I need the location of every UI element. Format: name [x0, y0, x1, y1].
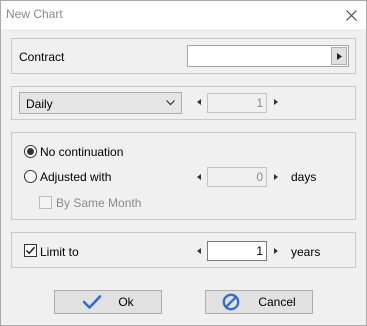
- by-same-month-label: By Same Month: [56, 196, 142, 210]
- adjusted-with-radio[interactable]: [24, 170, 37, 183]
- contract-combobox[interactable]: [187, 45, 349, 67]
- chevron-down-icon: [166, 100, 175, 106]
- years-unit-label: years: [291, 245, 321, 259]
- dialog-title: New Chart: [6, 7, 63, 21]
- cancel-button[interactable]: Cancel: [205, 290, 313, 314]
- days-unit-label: days: [291, 170, 317, 184]
- adjusted-with-label[interactable]: Adjusted with: [40, 170, 111, 184]
- by-same-month-checkbox[interactable]: [39, 196, 52, 209]
- triangle-right-icon: [336, 52, 342, 60]
- limit-label[interactable]: Limit to: [40, 245, 79, 259]
- contract-dropdown-button[interactable]: [331, 47, 347, 65]
- continuation-group: No continuation Adjusted with 0 days By …: [11, 132, 356, 220]
- ok-button-label: Ok: [118, 295, 134, 309]
- period-select[interactable]: Daily: [19, 92, 182, 114]
- arrow-left-icon: [197, 99, 201, 105]
- contract-group: Contract: [11, 38, 356, 74]
- adjusted-decrement-arrow[interactable]: [195, 172, 203, 182]
- arrow-left-icon: [197, 174, 201, 180]
- close-icon: [345, 9, 357, 21]
- limit-value-field[interactable]: 1: [207, 241, 267, 261]
- arrow-right-icon: [274, 99, 278, 105]
- contract-label: Contract: [19, 50, 65, 64]
- adjusted-days-field[interactable]: 0: [207, 167, 267, 187]
- period-selected-value: Daily: [26, 97, 53, 111]
- arrow-right-icon: [274, 174, 278, 180]
- period-group: Daily 1: [11, 86, 356, 120]
- limit-increment-arrow[interactable]: [272, 246, 280, 256]
- period-increment-arrow[interactable]: [272, 97, 280, 107]
- no-continuation-radio[interactable]: [24, 145, 37, 158]
- radio-selected-dot: [27, 148, 34, 155]
- close-button[interactable]: [336, 1, 366, 29]
- period-count-field[interactable]: 1: [207, 93, 267, 113]
- arrow-right-icon: [274, 248, 278, 254]
- limit-decrement-arrow[interactable]: [195, 246, 203, 256]
- arrow-left-icon: [197, 248, 201, 254]
- cancel-icon: [222, 293, 240, 311]
- new-chart-dialog: New Chart Contract Daily 1 No continuati…: [0, 0, 367, 326]
- checkmark-icon: [25, 246, 36, 255]
- adjusted-increment-arrow[interactable]: [272, 172, 280, 182]
- cancel-button-label: Cancel: [258, 295, 296, 309]
- title-bar: New Chart: [1, 1, 366, 29]
- no-continuation-label[interactable]: No continuation: [40, 145, 123, 159]
- period-decrement-arrow[interactable]: [195, 97, 203, 107]
- limit-checkbox[interactable]: [24, 244, 37, 257]
- ok-button[interactable]: Ok: [54, 290, 162, 314]
- limit-group: Limit to 1 years: [11, 232, 356, 268]
- check-icon: [83, 295, 102, 309]
